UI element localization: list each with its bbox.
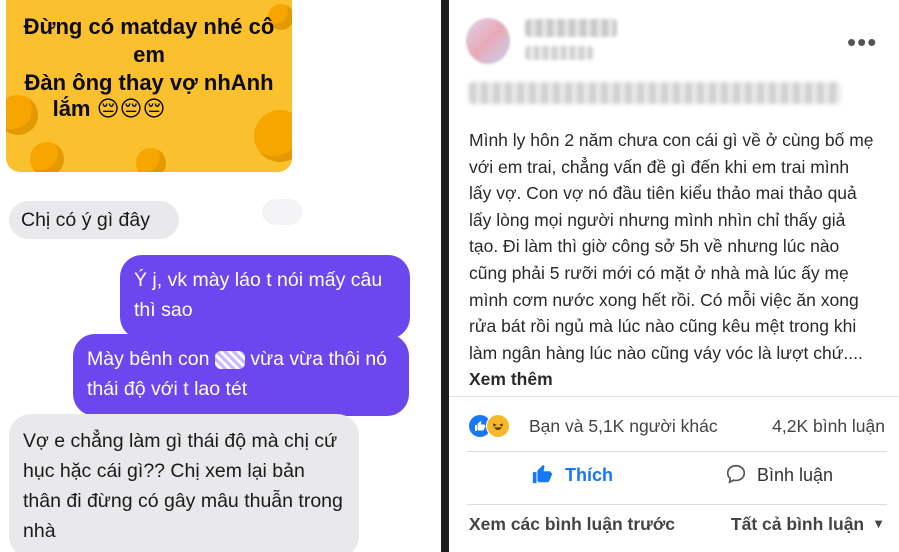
laughing-emoji-icon (254, 110, 292, 162)
laughing-emoji-icon (30, 142, 64, 172)
comment-bubble-icon (725, 463, 747, 485)
reactions-count[interactable]: Bạn và 5,1K người khác (529, 416, 718, 437)
redacted-name (214, 350, 245, 369)
comments-count[interactable]: 4,2K bình luận (772, 416, 885, 437)
message-bubble-received[interactable]: Chị có ý gì đây (9, 201, 179, 239)
like-button[interactable]: Thích (531, 463, 613, 493)
redacted-post-meta (525, 46, 593, 60)
view-previous-comments-link[interactable]: Xem các bình luận trước (469, 514, 675, 535)
message-text: Mày bênh con (87, 348, 210, 370)
sticker-text-line: Đàn ông thay vợ nhAnh (24, 70, 274, 95)
message-bubble-sent[interactable]: Ý j, vk mày láo t nói mấy câu thì sao (120, 255, 410, 339)
redacted-author-name[interactable] (525, 19, 617, 37)
sticker-text-line: Đừng có matday nhé cô (23, 14, 275, 39)
laughing-emoji-icon (136, 148, 166, 172)
divider (467, 504, 887, 505)
comment-button[interactable]: Bình luận (725, 463, 833, 493)
sticker-text-line: em (133, 42, 165, 67)
thumbs-up-icon (531, 463, 553, 485)
caret-down-icon: ▼ (872, 516, 885, 531)
post-text: Mình ly hôn 2 năm chưa con cái gì về ở c… (469, 130, 874, 363)
divider (467, 451, 887, 452)
post-body: Mình ly hôn 2 năm chưa con cái gì về ở c… (469, 127, 874, 393)
message-bubble-sent[interactable]: Mày bênh con vừa vừa thôi nó thái độ với… (73, 334, 409, 416)
reaction-icons[interactable] (468, 414, 512, 438)
divider (449, 396, 899, 397)
sticker-text-line: lắm 😔😔😔 (52, 96, 166, 121)
haha-reaction-icon (486, 414, 510, 438)
message-bubble-received[interactable]: Vợ e chẳng làm gì thái độ mà chị cứ hục … (9, 414, 359, 552)
comment-label: Bình luận (757, 465, 834, 485)
redacted-post-line (469, 82, 841, 104)
like-label: Thích (565, 465, 613, 485)
comment-filter-dropdown[interactable]: Tất cả bình luận ▼ (731, 514, 885, 535)
chat-panel: Đừng có matday nhé cô em Đàn ông thay vợ… (0, 0, 441, 552)
more-options-icon[interactable]: ••• (847, 29, 877, 55)
comment-filter-label: Tất cả bình luận (730, 514, 865, 534)
image-divider (441, 0, 449, 552)
avatar[interactable] (466, 18, 510, 64)
see-more-link[interactable]: Xem thêm (469, 369, 553, 389)
facebook-post: ••• Mình ly hôn 2 năm chưa con cái gì về… (449, 0, 899, 552)
meme-sticker-image[interactable]: Đừng có matday nhé cô em Đàn ông thay vợ… (6, 0, 292, 172)
blurred-reaction (262, 199, 302, 225)
